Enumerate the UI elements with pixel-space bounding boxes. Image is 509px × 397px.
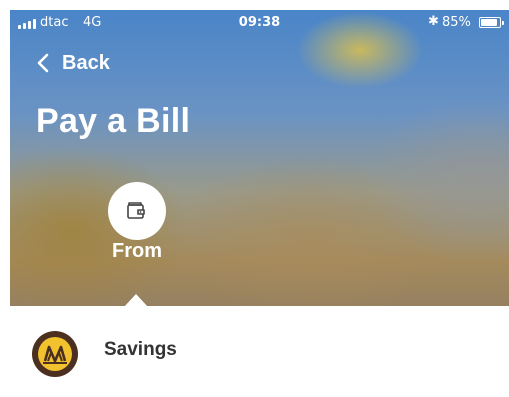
page-title: Pay a Bill — [36, 102, 191, 140]
from-step-button[interactable] — [108, 182, 166, 240]
back-button[interactable]: Back — [34, 50, 110, 76]
account-name: Savings — [104, 339, 177, 360]
back-label: Back — [62, 51, 110, 74]
account-row-savings[interactable]: Savings — [10, 307, 509, 397]
header-banner: dtac 4G 09:38 ✱ 85% Back Pay a Bill From — [10, 10, 509, 306]
battery-percent: 85% — [442, 15, 471, 30]
chevron-left-icon — [37, 53, 49, 73]
battery-icon — [479, 17, 504, 28]
from-step-label: From — [112, 240, 162, 262]
bluetooth-icon: ✱ — [428, 14, 439, 29]
step-pointer — [124, 294, 148, 307]
wallet-icon — [127, 202, 145, 219]
bank-logo-icon — [32, 331, 78, 377]
status-bar: dtac 4G 09:38 ✱ 85% — [10, 10, 509, 36]
